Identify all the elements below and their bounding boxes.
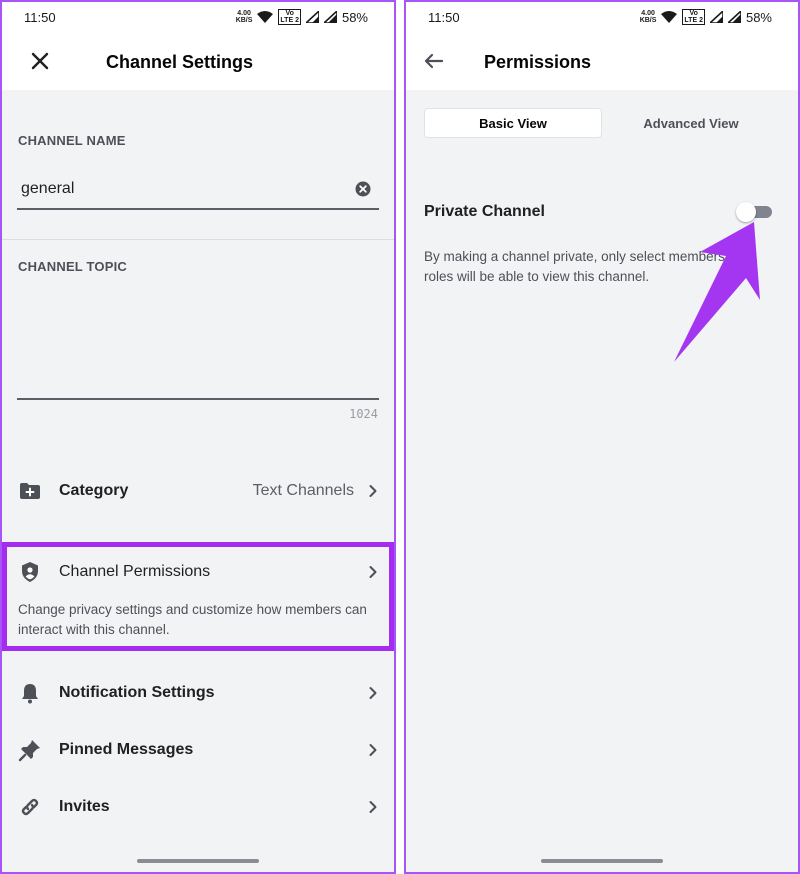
- volte-badge: Vo LTE 2: [682, 9, 705, 25]
- volte-bottom: LTE 2: [280, 17, 299, 24]
- shield-user-icon: [22, 562, 38, 582]
- notification-settings-label: Notification Settings: [59, 684, 215, 701]
- channel-settings-screen: 11:50 4.00 KB/S Vo LTE 2 58% Channel Set…: [0, 0, 396, 874]
- network-speed-value: 4.00: [641, 10, 655, 17]
- battery-percent: 58%: [745, 9, 772, 25]
- status-bar: 11:50 4.00 KB/S Vo LTE 2 58%: [406, 2, 798, 32]
- wifi-icon: [661, 11, 678, 23]
- chevron-right-icon: [369, 744, 377, 756]
- pinned-messages-label: Pinned Messages: [59, 741, 194, 758]
- app-bar: Channel Settings: [2, 32, 394, 90]
- network-speed: 4.00 KB/S: [640, 10, 657, 24]
- network-speed-unit: KB/S: [639, 17, 657, 24]
- pinned-messages-row[interactable]: Pinned Messages: [2, 726, 394, 774]
- signal-icon: [305, 11, 319, 23]
- link-icon: [21, 798, 39, 816]
- close-icon[interactable]: [28, 49, 52, 73]
- channel-topic-label: CHANNEL TOPIC: [18, 259, 128, 274]
- notification-settings-row[interactable]: Notification Settings: [2, 669, 394, 717]
- clear-circle-icon[interactable]: [355, 181, 371, 197]
- category-row[interactable]: Category Text Channels: [2, 467, 394, 515]
- channel-permissions-label: Channel Permissions: [59, 563, 211, 580]
- status-icons: 4.00 KB/S Vo LTE 2 58%: [640, 9, 772, 25]
- category-value: Text Channels: [252, 482, 354, 499]
- volte-badge: Vo LTE 2: [278, 9, 301, 25]
- status-time: 11:50: [428, 9, 460, 25]
- channel-topic-underline: [17, 398, 379, 400]
- channel-name-label: CHANNEL NAME: [18, 133, 126, 148]
- signal-icon-2: [323, 11, 337, 23]
- pointer-arrow-icon: [674, 222, 760, 362]
- volte-top: Vo: [689, 10, 698, 17]
- chevron-right-icon: [369, 485, 377, 497]
- volte-bottom: LTE 2: [684, 17, 703, 24]
- tab-basic-view[interactable]: Basic View: [424, 108, 602, 138]
- folder-plus-icon: [20, 483, 40, 499]
- category-label: Category: [59, 482, 129, 499]
- channel-permissions-description: Change privacy settings and customize ho…: [18, 602, 367, 637]
- network-speed-value: 4.00: [237, 10, 251, 17]
- bell-icon: [22, 684, 38, 704]
- status-time: 11:50: [24, 9, 56, 25]
- topic-char-counter: 1024: [349, 407, 378, 421]
- network-speed: 4.00 KB/S: [236, 10, 253, 24]
- status-bar: 11:50 4.00 KB/S Vo LTE 2 58%: [2, 2, 394, 32]
- channel-topic-input[interactable]: [17, 282, 379, 398]
- wifi-icon: [257, 11, 274, 23]
- battery-percent: 58%: [341, 9, 368, 25]
- gesture-bar[interactable]: [541, 859, 663, 863]
- channel-name-input[interactable]: general: [21, 180, 74, 198]
- chevron-right-icon: [369, 801, 377, 813]
- signal-icon-2: [727, 11, 741, 23]
- pin-icon: [18, 740, 40, 762]
- volte-top: Vo: [285, 10, 294, 17]
- invites-row[interactable]: Invites: [2, 783, 394, 831]
- network-speed-unit: KB/S: [235, 17, 253, 24]
- divider: [2, 239, 394, 240]
- channel-permissions-row[interactable]: Channel Permissions: [2, 548, 394, 596]
- permissions-screen: 11:50 4.00 KB/S Vo LTE 2 58% Permissions…: [404, 0, 800, 874]
- tab-advanced-view[interactable]: Advanced View: [602, 108, 780, 138]
- chevron-right-icon: [369, 566, 377, 578]
- chevron-right-icon: [369, 687, 377, 699]
- gesture-bar[interactable]: [137, 859, 259, 863]
- page-title: Channel Settings: [106, 52, 254, 72]
- status-icons: 4.00 KB/S Vo LTE 2 58%: [236, 9, 368, 25]
- app-bar: Permissions: [406, 32, 798, 90]
- signal-icon: [709, 11, 723, 23]
- invites-label: Invites: [59, 798, 110, 815]
- page-title: Permissions: [484, 52, 592, 72]
- channel-name-underline: [17, 208, 379, 210]
- back-arrow-icon[interactable]: [422, 49, 446, 73]
- private-channel-label: Private Channel: [424, 203, 545, 220]
- view-tabs: Basic View Advanced View: [424, 108, 780, 138]
